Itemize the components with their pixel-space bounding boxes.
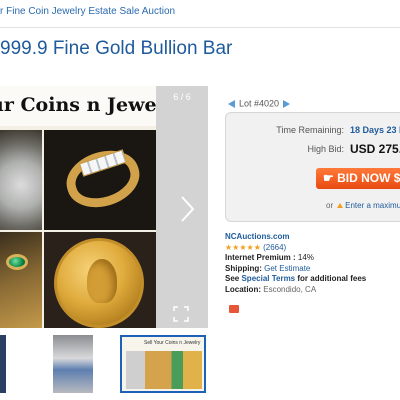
special-terms-link[interactable]: Special Terms [241, 274, 295, 283]
review-count[interactable]: (2664) [263, 243, 286, 252]
tile-diamond-ring [44, 130, 156, 230]
expand-icon[interactable] [173, 306, 189, 322]
tile-emerald-ring [0, 232, 42, 328]
image-banner-text: ur Coins n Jewelry [0, 94, 156, 116]
image-banner: ur Coins n Jewelry [0, 86, 156, 126]
internet-premium-value: 14% [297, 253, 314, 262]
gold-ring [59, 141, 147, 217]
shipping-estimate-link[interactable]: Get Estimate [264, 264, 310, 273]
location-label: Location: [225, 284, 261, 294]
hand-icon: ☛ [323, 171, 338, 185]
internet-premium-label: Internet Premium : [225, 253, 296, 262]
bid-now-button[interactable]: ☛ BID NOW $3 [316, 168, 400, 189]
emerald-stone [6, 254, 28, 270]
thumbnail-caption: Sell Your Coins n Jewelry [144, 340, 201, 346]
shipping-row: Shipping: Get Estimate [225, 264, 400, 275]
thumbnail-2[interactable] [53, 335, 93, 393]
internet-premium-row: Internet Premium : 14% [225, 253, 400, 264]
thumbnail-3-selected[interactable]: Sell Your Coins n Jewelry [120, 335, 206, 393]
seller-info: NCAuctions.com ★★★★★ (2664) Internet Pre… [225, 232, 400, 295]
location-row: Location: Escondido, CA [225, 285, 400, 296]
image-gallery: ur Coins n Jewelry 6 / 6 [0, 86, 208, 328]
gold-coin [54, 238, 144, 328]
seller-badge-icon [229, 305, 239, 313]
shipping-label: Shipping: [225, 263, 262, 273]
max-bid-link[interactable]: Enter a maximum [345, 201, 400, 210]
max-bid-row: or Enter a maximum [326, 201, 400, 210]
location-value: Escondido, CA [263, 284, 317, 294]
high-bid-value: USD 275.0 [350, 142, 400, 156]
breadcrumb[interactable]: r Fine Coin Jewelry Estate Sale Auction [0, 6, 175, 22]
image-counter: 6 / 6 [173, 92, 191, 102]
gallery-side-panel: 6 / 6 [156, 86, 208, 328]
thumbnail-image [126, 351, 202, 389]
page-title: 999.9 Fine Gold Bullion Bar [0, 38, 233, 59]
high-bid-label: High Bid: [307, 144, 344, 154]
star-rating-icon: ★★★★★ [225, 242, 261, 252]
time-remaining-label: Time Remaining: [276, 125, 344, 135]
tile-silver-ring [0, 130, 42, 230]
tile-gold-coin [44, 232, 156, 328]
thumbnail-1[interactable] [0, 335, 6, 393]
seller-name-row: NCAuctions.com [225, 232, 400, 243]
terms-row: See Special Terms for additional fees [225, 274, 400, 285]
rating-row: ★★★★★ (2664) [225, 243, 400, 254]
main-image[interactable]: ur Coins n Jewelry [0, 86, 156, 328]
bid-box: Time Remaining: 18 Days 23 H High Bid: U… [225, 112, 400, 222]
coin-portrait [87, 259, 117, 303]
arrow-right-icon[interactable] [283, 99, 291, 108]
additional-fees-text: for additional fees [297, 274, 367, 283]
bid-now-label: BID NOW $3 [337, 171, 400, 185]
lot-number: Lot #4020 [239, 98, 280, 109]
thumbnail-strip: Sell Your Coins n Jewelry [0, 335, 210, 393]
seller-name[interactable]: NCAuctions.com [225, 232, 289, 241]
lot-navigation: Lot #4020 [228, 98, 291, 110]
header-divider [0, 27, 400, 28]
see-label: See [225, 274, 240, 283]
arrow-up-icon [337, 203, 344, 209]
time-remaining-value: 18 Days 23 H [350, 125, 400, 135]
or-label: or [326, 201, 334, 210]
chevron-right-icon[interactable] [176, 194, 198, 224]
arrow-left-icon[interactable] [228, 99, 235, 108]
